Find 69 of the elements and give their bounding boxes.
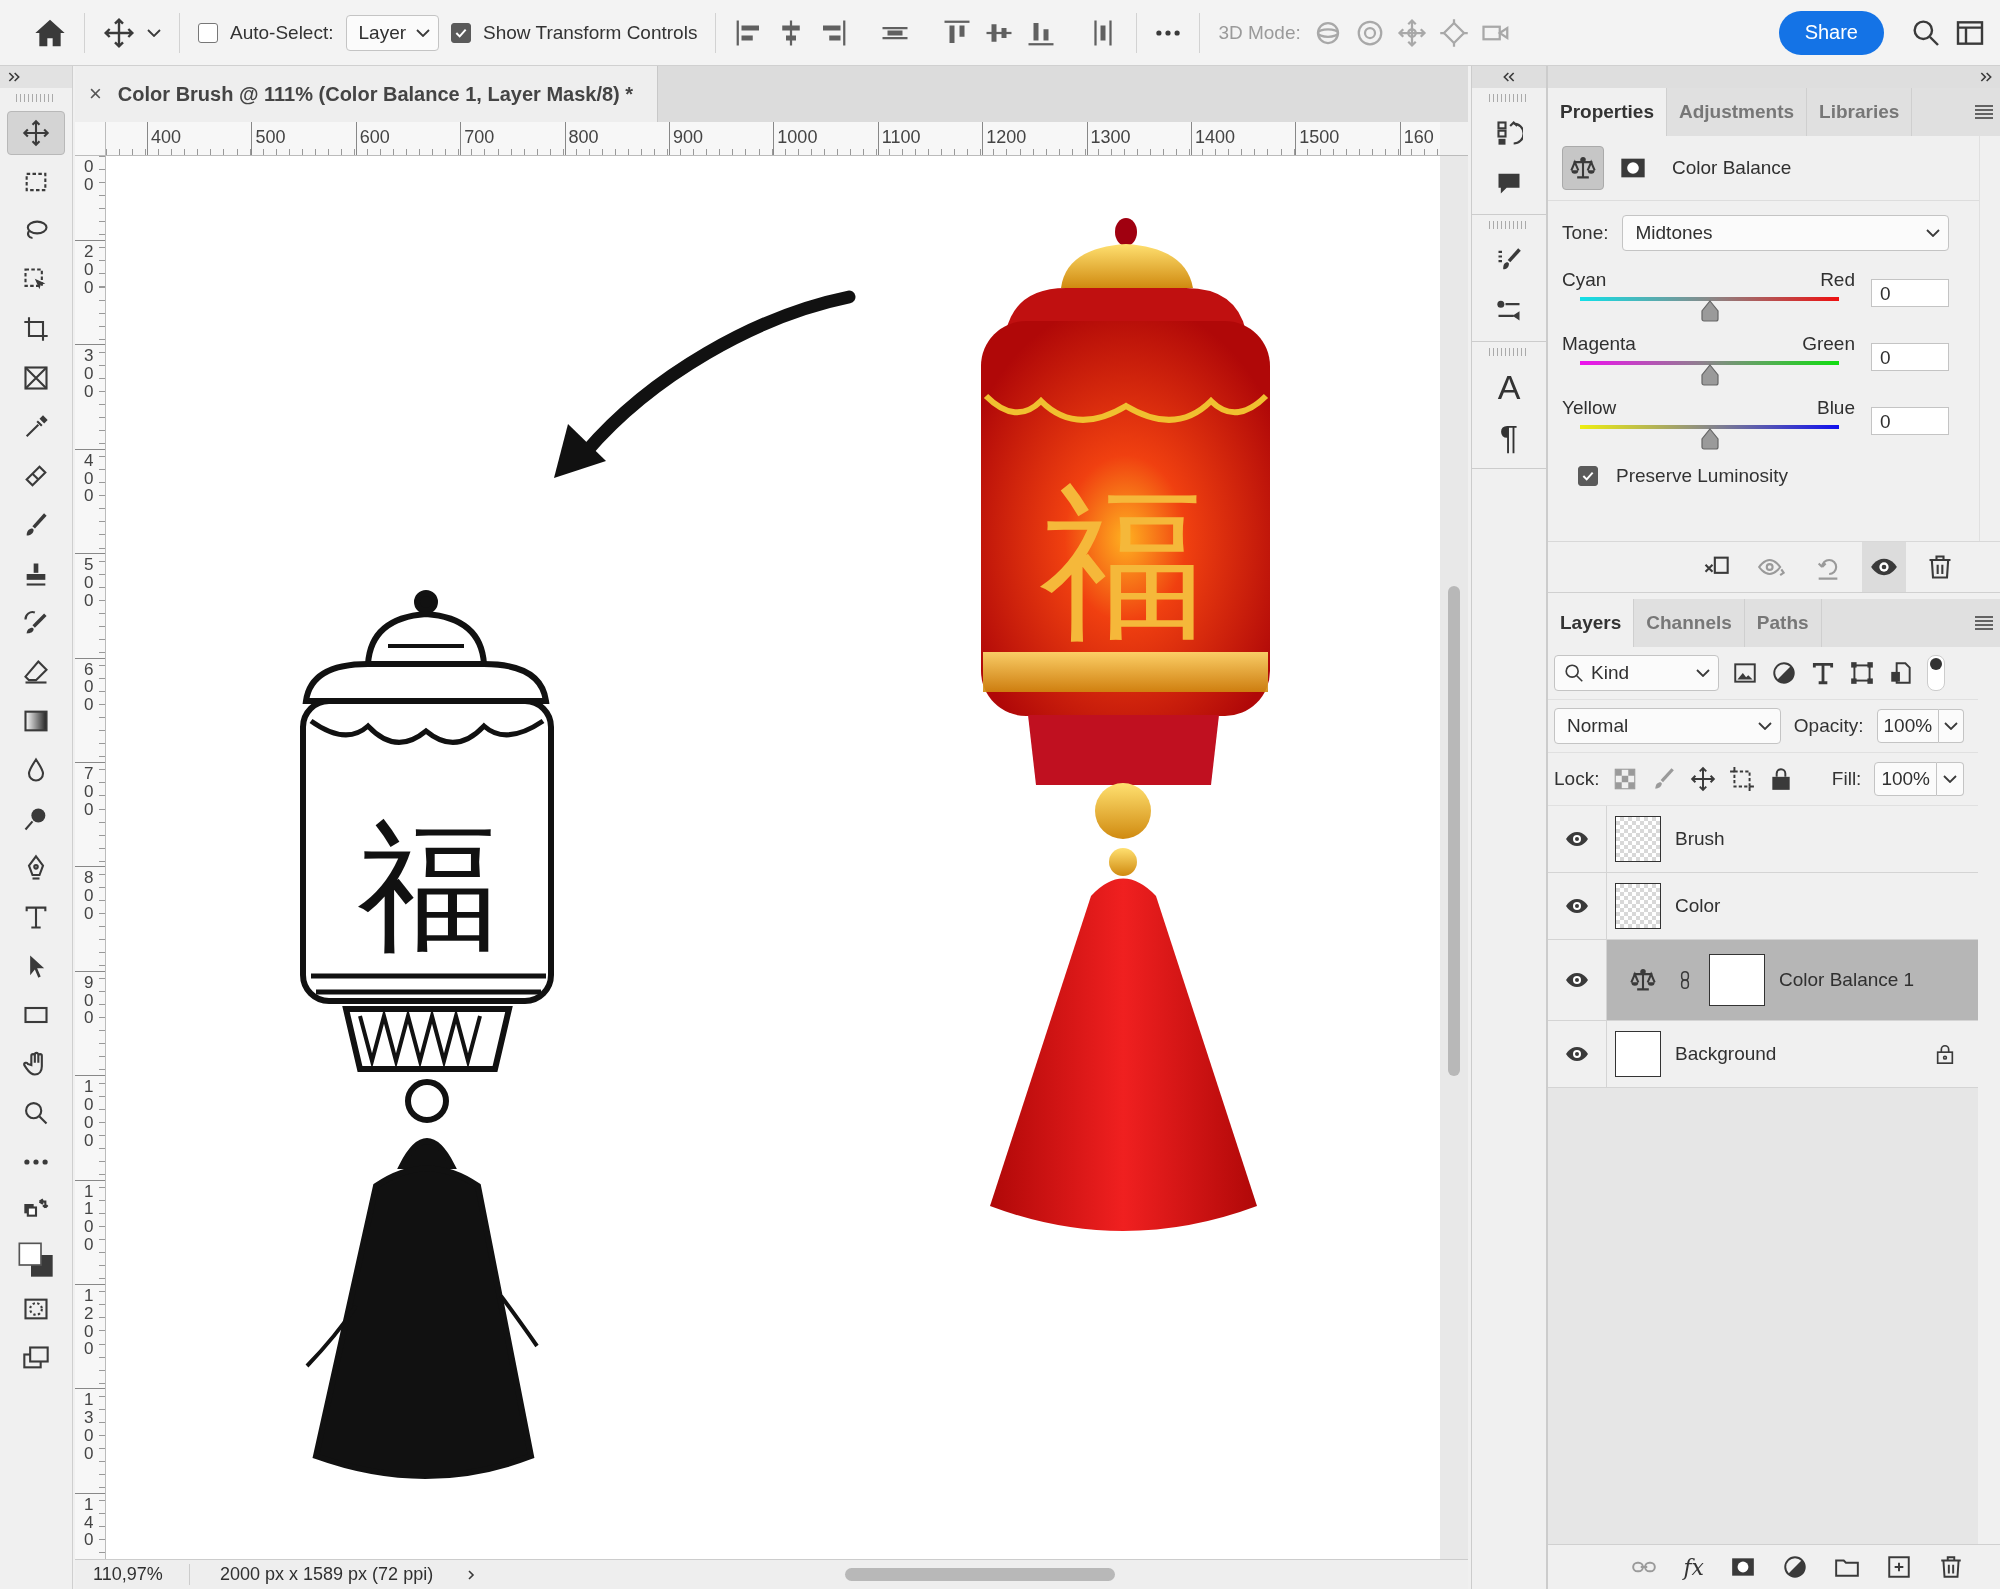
preserve-luminosity-label: Preserve Luminosity: [1616, 465, 1789, 487]
ruler-label: 400: [147, 122, 252, 155]
ruler-label: 1300: [1086, 122, 1191, 155]
document-size: 2000 px x 1589 px (72 ppi): [219, 1564, 435, 1585]
ruler-label: 500: [84, 556, 94, 610]
ruler-label: 900: [84, 973, 94, 1028]
transform-controls-label: Show Transform Controls: [483, 21, 698, 44]
ruler-label: 1000: [773, 122, 878, 155]
ruler-label: 200: [84, 243, 94, 297]
ruler-label: 140: [84, 1495, 94, 1550]
fill-field[interactable]: 100%: [1874, 762, 1937, 796]
ruler-label: 400: [84, 451, 94, 506]
share-button[interactable]: Share: [1778, 10, 1884, 55]
ruler-label: 900: [668, 122, 774, 155]
ruler-label: 600: [355, 122, 461, 155]
ruler-label: 1300: [84, 1391, 94, 1463]
slider-value-field[interactable]: 0: [1871, 343, 1949, 371]
ruler-label: 1200: [84, 1286, 94, 1359]
auto-select-label: Auto-Select:: [230, 21, 334, 44]
canvas[interactable]: 福 福: [106, 156, 1440, 1559]
ruler-label: 1100: [877, 122, 983, 155]
slider-value-field[interactable]: 0: [1871, 279, 1949, 307]
slider-label: Magenta: [1562, 333, 1636, 355]
layer-name: Background: [1675, 1043, 1777, 1065]
layer-name: Color Balance 1: [1779, 969, 1915, 991]
ruler-label: 1500: [1295, 122, 1400, 155]
ruler-label: 600: [84, 660, 94, 715]
ruler-label: 1200: [982, 122, 1087, 155]
panel-glyph[interactable]: ¶: [1499, 420, 1519, 454]
opacity-field[interactable]: 100%: [1876, 709, 1940, 743]
slider-label: Blue: [1816, 397, 1855, 419]
opacity-label: Opacity:: [1793, 715, 1864, 737]
layer-style-button[interactable]: fx: [1683, 1554, 1704, 1580]
ruler-label: 500: [251, 122, 356, 155]
ruler-label: 800: [84, 869, 94, 923]
ruler-label: 700: [84, 764, 94, 819]
slider-label: Yellow: [1562, 397, 1617, 419]
tone-label: Tone:: [1562, 222, 1609, 244]
slider-value-field[interactable]: 0: [1871, 407, 1949, 435]
auto-select-dropdown[interactable]: Layer: [345, 14, 440, 51]
close-tab-button[interactable]: ×: [89, 81, 102, 107]
slider-label: Cyan: [1562, 269, 1607, 291]
ruler-label: 1100: [84, 1182, 94, 1254]
slider-label: Red: [1820, 269, 1855, 291]
lantern-character: 福: [1039, 466, 1206, 661]
zoom-level[interactable]: 110,97%: [75, 1564, 190, 1585]
layer-row[interactable]: Color Balance 1: [1607, 940, 1978, 1020]
filter-kind-dropdown[interactable]: Kind: [1554, 655, 1719, 691]
tone-dropdown[interactable]: Midtones: [1622, 215, 1949, 251]
ruler-label: 700: [460, 122, 565, 155]
panel-tab[interactable]: Properties: [1548, 88, 1667, 136]
ruler-label: 00: [84, 158, 94, 194]
blend-mode-dropdown[interactable]: Normal: [1554, 708, 1781, 744]
3d-mode-label: 3D Mode:: [1218, 21, 1301, 44]
fill-label: Fill:: [1831, 768, 1862, 790]
ruler-label: 1000: [84, 1078, 94, 1150]
document-tab[interactable]: × Color Brush @ 111% (Color Balance 1, Layer Mask/8) *: [75, 66, 659, 122]
ruler-label: 800: [564, 122, 669, 155]
panel-glyph[interactable]: A: [1497, 370, 1521, 404]
slider-label: Green: [1802, 333, 1855, 355]
document-title: Color Brush @ 111% (Color Balance 1, Layer Mask/8) *: [117, 82, 634, 106]
layer-name: Color: [1675, 895, 1721, 917]
ruler-label: 300: [84, 347, 94, 401]
ruler-label: 1400: [1190, 122, 1296, 155]
lock-label: Lock:: [1554, 768, 1600, 790]
layer-name: Brush: [1675, 828, 1725, 850]
adjustment-name: Color Balance: [1672, 157, 1792, 179]
lantern-character: 福: [357, 804, 499, 970]
panel-tab[interactable]: Layers: [1548, 599, 1635, 647]
